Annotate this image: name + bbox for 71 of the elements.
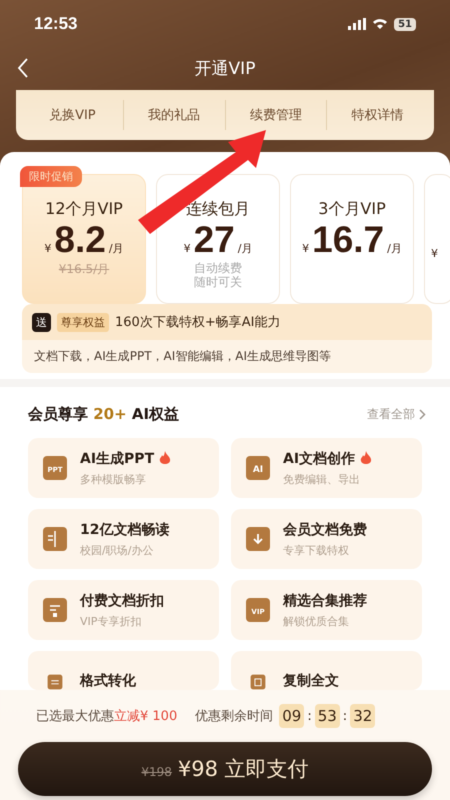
- timer-separator: :: [342, 708, 348, 724]
- tab[interactable]: 我的礼品: [122, 100, 224, 130]
- feature-title: 会员文档免费: [283, 520, 367, 538]
- countdown-digits: 53: [314, 704, 340, 728]
- page-title: 开通VIP: [194, 58, 256, 78]
- currency-sign: ¥: [44, 242, 52, 255]
- feature-subtitle: 多种模版畅享: [80, 472, 147, 486]
- feature-title: 付费文档折扣: [80, 592, 164, 610]
- plan-card[interactable]: 3个月VIP ¥16.7/月: [290, 174, 414, 304]
- doc-icon: [42, 597, 68, 623]
- benefit-tag: 尊享权益: [57, 312, 109, 332]
- plan-price: 8.2: [54, 220, 106, 261]
- feature-card[interactable]: 格式转化: [28, 651, 219, 690]
- discount-text: 已选最大优惠立减¥ 100: [36, 708, 178, 725]
- original-price: ¥16.5/月: [58, 260, 110, 278]
- tab[interactable]: 特权详情: [326, 100, 428, 130]
- battery-indicator: 51: [394, 18, 416, 30]
- feature-title: 复制全文: [283, 672, 339, 690]
- pay-button[interactable]: ¥198 ¥98 立即支付: [18, 742, 432, 796]
- feature-subtitle: 解锁优质合集: [283, 614, 350, 628]
- feature-title: AI生成PPT: [80, 450, 154, 468]
- countdown-label: 优惠剩余时间: [195, 708, 274, 725]
- feature-card[interactable]: 12亿文档畅读 校园/职场/办公: [28, 509, 219, 569]
- plan-name: 3个月VIP: [318, 199, 386, 220]
- benefit-headline: 160次下载特权+畅享AI能力: [115, 314, 280, 331]
- feature-card[interactable]: 付费文档折扣 VIP专享折扣: [28, 580, 219, 640]
- feature-title: 精选合集推荐: [283, 592, 367, 610]
- feature-subtitle: VIP专享折扣: [80, 614, 142, 628]
- promo-badge: 限时促销: [20, 166, 82, 187]
- feature-subtitle: 校园/职场/办公: [80, 542, 154, 558]
- countdown-digits: 09: [279, 704, 304, 728]
- wifi-icon: [372, 18, 388, 30]
- tab[interactable]: 兑换VIP: [22, 100, 123, 130]
- original-price: ¥198: [141, 765, 172, 779]
- plan-note: 自动续费: [194, 260, 242, 276]
- flame-icon: [159, 451, 172, 466]
- download-icon: [245, 526, 271, 552]
- feature-title: 12亿文档畅读: [80, 520, 170, 538]
- gift-label: 送: [32, 312, 51, 332]
- plan-price: 27: [194, 220, 235, 261]
- back-icon[interactable]: [16, 57, 30, 79]
- currency-sign: ¥: [184, 242, 191, 255]
- plan-card[interactable]: ¥: [424, 174, 450, 304]
- feature-subtitle: 专享下载特权: [283, 542, 350, 558]
- price-unit: /月: [387, 241, 402, 256]
- price-unit: /月: [108, 241, 124, 256]
- feature-title: AI文档创作: [283, 450, 356, 468]
- plan-card[interactable]: 连续包月 ¥27/月 自动续费 随时可关: [156, 174, 280, 304]
- plan-name: 连续包月: [186, 199, 250, 220]
- feature-card[interactable]: AI AI文档创作 免费编辑、导出: [231, 438, 422, 498]
- signal-icon: [348, 18, 366, 30]
- tab[interactable]: 续费管理: [224, 100, 326, 130]
- feature-subtitle: 免费编辑、导出: [283, 472, 361, 486]
- currency-sign: ¥: [302, 242, 310, 255]
- benefit-detail: 文档下载，AI生成PPT，AI智能编辑，AI生成思维导图等: [33, 348, 332, 365]
- feature-card[interactable]: 复制全文: [231, 651, 422, 690]
- price-unit: /月: [238, 241, 252, 256]
- plan-price: 16.7: [312, 220, 384, 261]
- section-title: 会员尊享 20+ AI权益: [28, 405, 180, 424]
- currency-sign: ¥: [431, 247, 438, 260]
- plan-note: 随时可关: [194, 275, 242, 290]
- ai-icon: AI: [245, 455, 271, 481]
- status-time: 12:53: [34, 14, 78, 34]
- book-icon: [42, 526, 68, 552]
- plan-name: 12个月VIP: [45, 199, 123, 220]
- countdown-digits: 32: [350, 704, 376, 728]
- feature-card[interactable]: 会员文档免费 专享下载特权: [231, 509, 422, 569]
- chevron-icon: [419, 409, 426, 420]
- feature-title: 格式转化: [80, 672, 136, 690]
- flame-icon: [360, 451, 372, 466]
- timer-separator: :: [307, 708, 312, 724]
